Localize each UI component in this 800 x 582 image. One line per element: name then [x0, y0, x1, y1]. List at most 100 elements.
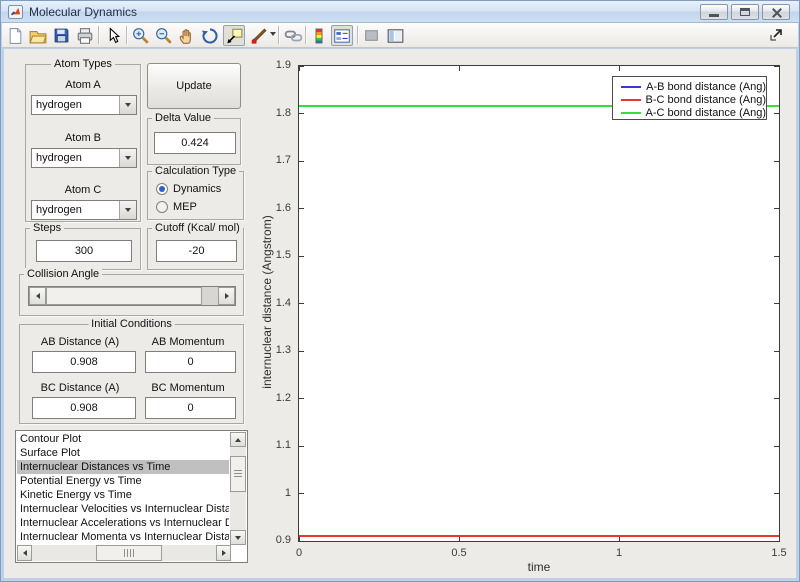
ab-distance-field[interactable]: 0.908 — [32, 351, 136, 373]
delta-value-field[interactable]: 0.424 — [154, 132, 236, 154]
save-icon[interactable] — [51, 25, 71, 46]
legend-entry: A-C bond distance (Ang) — [621, 107, 766, 119]
initial-conditions-group: Initial Conditions AB Distance (A) AB Mo… — [19, 318, 244, 424]
plot-type-listbox[interactable]: Contour Plot Surface Plot Internuclear D… — [15, 430, 248, 563]
insert-legend-icon[interactable] — [331, 25, 353, 46]
list-item[interactable]: Internuclear Velocities vs Internuclear … — [17, 502, 229, 516]
horizontal-scrollbar[interactable] — [17, 545, 231, 561]
y-tick-mark — [299, 65, 304, 67]
minimize-button[interactable] — [700, 4, 728, 20]
list-item-selected[interactable]: Internuclear Distances vs Time — [17, 460, 229, 474]
link-plots-icon[interactable] — [283, 25, 303, 46]
vertical-scrollbar[interactable] — [230, 432, 246, 545]
data-cursor-icon[interactable] — [223, 25, 245, 46]
atom-types-group: Atom Types Atom A hydrogen Atom B hydrog… — [25, 58, 141, 222]
horizontal-scroll-thumb[interactable] — [96, 545, 162, 561]
y-tick-mark — [299, 208, 304, 209]
ab-momentum-label: AB Momentum — [151, 336, 225, 348]
y-tick-label: 1.4 — [275, 296, 291, 309]
scroll-down-icon[interactable] — [230, 530, 246, 545]
list-item[interactable]: Potential Energy vs Time — [17, 474, 229, 488]
maximize-button[interactable] — [731, 4, 759, 20]
atom-b-dropdown[interactable]: hydrogen — [31, 148, 137, 168]
collision-angle-slider[interactable] — [28, 286, 236, 306]
y-tick-mark — [774, 350, 779, 352]
chevron-down-icon[interactable] — [119, 201, 136, 219]
list-item[interactable]: Kinetic Energy vs Time — [17, 488, 229, 502]
legend-swatch — [621, 99, 641, 101]
insert-colorbar-icon[interactable] — [309, 25, 329, 46]
bc-distance-field[interactable]: 0.908 — [32, 397, 136, 419]
list-item[interactable]: Contour Plot — [17, 432, 229, 446]
y-tick-label: 1.1 — [275, 439, 291, 451]
window-controls — [700, 4, 790, 20]
y-tick-label: 1.5 — [275, 249, 291, 261]
zoom-in-icon[interactable] — [131, 25, 151, 46]
initial-conditions-group-label: Initial Conditions — [88, 318, 175, 330]
title-bar[interactable]: Molecular Dynamics — [1, 1, 799, 23]
y-tick-mark — [299, 255, 304, 257]
scroll-up-icon[interactable] — [230, 432, 246, 447]
x-tick-label: 0 — [295, 547, 303, 559]
y-tick-label: 1.3 — [275, 344, 291, 356]
zoom-out-icon[interactable] — [154, 25, 174, 46]
atom-b-value: hydrogen — [36, 152, 82, 164]
brush-dropdown-icon[interactable] — [270, 32, 276, 36]
atom-c-dropdown[interactable]: hydrogen — [31, 200, 137, 220]
legend-label: A-C bond distance (Ang) — [645, 107, 766, 119]
open-file-icon[interactable] — [28, 25, 48, 46]
slider-left-arrow[interactable] — [29, 287, 46, 305]
steps-field[interactable]: 300 — [36, 240, 132, 262]
rotate-3d-icon[interactable] — [200, 25, 220, 46]
list-item[interactable]: Internuclear Momenta vs Internuclear Dis… — [17, 530, 229, 544]
pan-hand-icon[interactable] — [177, 25, 197, 46]
legend-swatch — [621, 86, 642, 88]
pointer-icon[interactable] — [103, 25, 123, 46]
new-file-icon[interactable] — [5, 25, 25, 46]
list-item[interactable]: Internuclear Accelerations vs Internucle… — [17, 516, 229, 530]
chevron-down-icon[interactable] — [119, 149, 136, 167]
scroll-left-icon[interactable] — [17, 545, 32, 561]
toolbar-separator — [305, 26, 307, 44]
scroll-right-icon[interactable] — [216, 545, 231, 561]
matlab-icon — [8, 4, 23, 19]
molecular-dynamics-window: Molecular Dynamics Atom Types Atom A hyd… — [0, 0, 800, 582]
legend-swatch — [621, 112, 641, 114]
radio-mep[interactable]: MEP — [156, 201, 197, 213]
hide-plot-tools-icon[interactable] — [361, 25, 381, 46]
figure-toolbar — [2, 23, 798, 48]
x-tick-mark — [778, 66, 780, 71]
y-tick-mark — [774, 398, 779, 399]
y-tick-mark — [299, 160, 304, 162]
minimize-icon — [709, 13, 719, 17]
list-item[interactable]: Surface Plot — [17, 446, 229, 460]
x-tick-label: 1 — [615, 547, 623, 559]
toolbar-separator — [98, 26, 100, 44]
bc-momentum-field[interactable]: 0 — [145, 397, 236, 419]
print-icon[interactable] — [75, 25, 95, 46]
cutoff-group: Cutoff (Kcal/ mol) -20 — [147, 222, 244, 270]
show-plot-tools-icon[interactable] — [385, 25, 405, 46]
brush-icon[interactable] — [249, 25, 269, 46]
steps-group-label: Steps — [30, 222, 65, 234]
slider-thumb[interactable] — [46, 287, 202, 305]
x-tick-mark — [458, 66, 460, 71]
chevron-down-icon[interactable] — [119, 96, 136, 114]
x-tick-mark — [618, 66, 620, 71]
slider-right-arrow[interactable] — [218, 287, 235, 305]
close-button[interactable] — [762, 4, 790, 20]
atom-a-dropdown[interactable]: hydrogen — [31, 95, 137, 115]
x-tick-label: 0.5 — [451, 547, 467, 559]
calculation-type-group-label: Calculation Type — [152, 165, 240, 177]
y-tick-label: 1.6 — [275, 201, 291, 214]
y-tick-label: 0.9 — [275, 534, 291, 546]
radio-selected-icon — [156, 183, 168, 195]
update-button[interactable]: Update — [147, 63, 241, 109]
vertical-scroll-thumb[interactable] — [230, 456, 246, 492]
radio-dynamics[interactable]: Dynamics — [156, 183, 221, 195]
collision-angle-group-label: Collision Angle — [24, 268, 103, 280]
toolbar-separator — [126, 26, 128, 44]
dock-figure-icon[interactable] — [769, 29, 782, 47]
cutoff-field[interactable]: -20 — [156, 240, 237, 262]
ab-momentum-field[interactable]: 0 — [145, 351, 236, 373]
